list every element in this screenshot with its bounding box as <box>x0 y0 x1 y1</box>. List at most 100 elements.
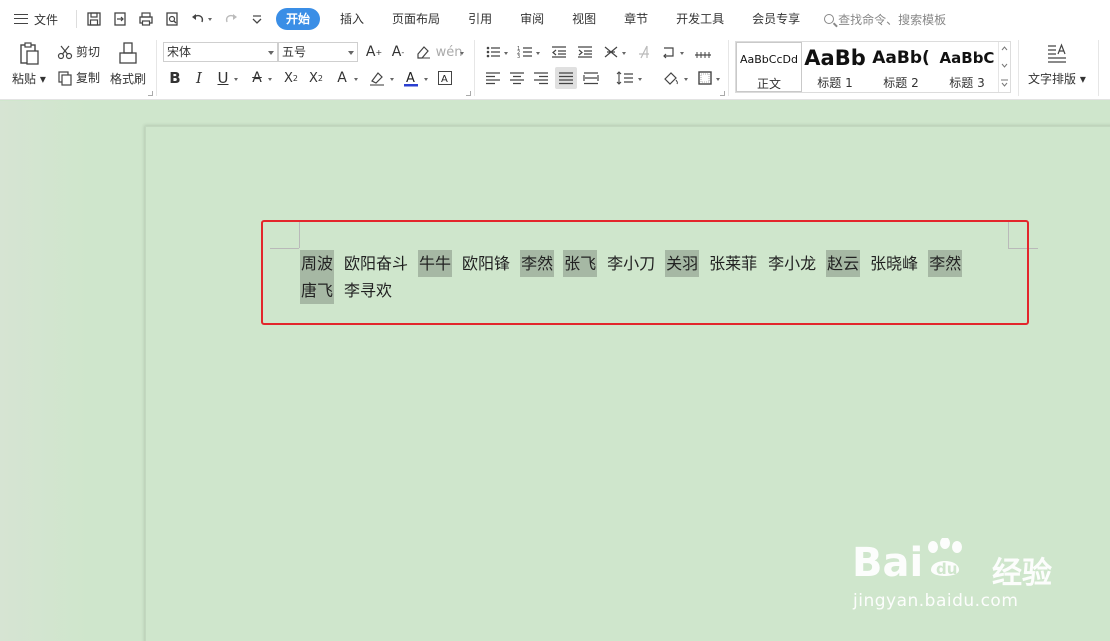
style-heading-3[interactable]: AaBbC 标题 3 <box>934 42 1000 92</box>
decrease-font-size-icon[interactable]: A- <box>387 41 409 63</box>
undo-dropdown-icon[interactable] <box>208 17 213 21</box>
increase-font-size-icon[interactable]: A + <box>363 41 385 63</box>
customize-toolbar-icon[interactable] <box>249 11 265 27</box>
chevron-down-icon[interactable] <box>234 78 238 81</box>
clear-format-icon[interactable] <box>412 41 434 63</box>
copy-label: 复制 <box>76 71 101 85</box>
chevron-down-icon[interactable] <box>622 52 626 55</box>
quick-access-toolbar <box>72 10 270 28</box>
tab-review[interactable]: 审阅 <box>506 8 558 30</box>
styles-gallery: AaBbCcDd 正文 AaBb 标题 1 AaBb( 标题 2 AaBbC 标… <box>735 41 1011 93</box>
save-icon[interactable] <box>86 11 102 27</box>
chevron-down-icon[interactable] <box>390 78 394 81</box>
divider <box>1098 40 1099 96</box>
chevron-down-icon[interactable] <box>460 52 464 55</box>
chevron-down-icon[interactable] <box>354 78 358 81</box>
print-preview-icon[interactable] <box>164 11 180 27</box>
highlight-color-icon[interactable] <box>366 67 388 89</box>
tab-home[interactable]: 开始 <box>276 8 321 30</box>
font-name-value: 宋体 <box>167 45 192 59</box>
tab-developer[interactable]: 开发工具 <box>662 8 738 30</box>
style-heading-2[interactable]: AaBb( 标题 2 <box>868 42 934 92</box>
underline-icon[interactable]: U <box>212 67 234 89</box>
align-right-icon[interactable] <box>530 67 552 89</box>
align-left-icon[interactable] <box>482 67 504 89</box>
text-effect-icon[interactable]: A <box>331 67 353 89</box>
justify-icon[interactable] <box>555 67 577 89</box>
superscript-icon[interactable]: X2 <box>280 67 302 89</box>
chinese-layout-icon[interactable] <box>600 41 622 63</box>
tab-chapter[interactable]: 章节 <box>610 8 662 30</box>
bold-icon[interactable]: B <box>164 67 186 89</box>
align-center-icon[interactable] <box>506 67 528 89</box>
character-border-icon[interactable]: A <box>434 67 456 89</box>
decrease-indent-icon[interactable] <box>548 41 570 63</box>
sort-icon[interactable] <box>658 41 680 63</box>
tab-member[interactable]: 会员专享 <box>738 8 814 30</box>
styles-gallery-scroll[interactable] <box>998 42 1010 92</box>
subscript-icon[interactable]: X2 <box>305 67 327 89</box>
format-painter-label: 格式刷 <box>110 72 147 86</box>
scissors-icon <box>57 45 73 59</box>
numbering-icon[interactable]: 123 <box>514 41 536 63</box>
chevron-down-icon[interactable] <box>680 52 684 55</box>
style-heading-1-preview: AaBb <box>804 46 866 70</box>
workspace-background <box>0 101 145 641</box>
shading-icon[interactable] <box>660 67 682 89</box>
chevron-down-icon[interactable] <box>638 78 642 81</box>
italic-icon[interactable]: I <box>188 67 210 89</box>
ribbon-home: 粘贴 ▾ 剪切 复制 格式刷 宋体 五号 A + A- wén B I U A X… <box>0 38 1110 100</box>
style-heading-3-preview: AaBbC <box>939 49 995 67</box>
chevron-down-icon[interactable] <box>424 78 428 81</box>
watermark-brand: Bai du <box>852 538 963 586</box>
divider <box>76 10 78 28</box>
chevron-down-icon[interactable] <box>716 78 720 81</box>
clipboard-group-launcher[interactable] <box>148 91 153 96</box>
borders-icon[interactable] <box>694 67 716 89</box>
style-heading-2-preview: AaBb( <box>872 48 930 68</box>
paragraph-group-launcher[interactable] <box>720 91 725 96</box>
font-name-combo[interactable]: 宋体 <box>163 42 278 62</box>
phonetic-guide-icon[interactable]: wén <box>436 41 463 63</box>
print-icon[interactable] <box>138 11 154 27</box>
search-placeholder: 查找命令、搜索模板 <box>838 12 947 27</box>
paste-button[interactable]: 粘贴 ▾ <box>12 42 46 87</box>
svg-text:A: A <box>441 74 448 85</box>
tab-view[interactable]: 视图 <box>558 8 610 30</box>
show-hide-marks-icon[interactable] <box>634 41 656 63</box>
increase-indent-icon[interactable] <box>574 41 596 63</box>
hamburger-icon <box>14 14 28 24</box>
file-menu[interactable]: 文件 <box>14 7 58 31</box>
export-pdf-icon[interactable] <box>112 11 128 27</box>
redo-icon[interactable] <box>223 11 239 27</box>
text-layout-button[interactable]: 文字排版 ▾ <box>1028 42 1086 87</box>
tab-page-layout[interactable]: 页面布局 <box>378 8 454 30</box>
cut-button[interactable]: 剪切 <box>57 43 100 60</box>
table-tabs-icon[interactable] <box>692 41 714 63</box>
style-heading-1[interactable]: AaBb 标题 1 <box>802 42 868 92</box>
distributed-align-icon[interactable] <box>580 67 602 89</box>
ribbon-tabs: 开始 插入 页面布局 引用 审阅 视图 章节 开发工具 会员专享 <box>276 8 814 30</box>
command-search[interactable]: 查找命令、搜索模板 <box>824 11 946 28</box>
chevron-down-icon[interactable] <box>268 78 272 81</box>
font-color-icon[interactable]: A <box>400 67 422 89</box>
svg-text:du: du <box>936 560 957 578</box>
watermark-url: jingyan.baidu.com <box>853 591 1019 611</box>
chevron-down-icon[interactable] <box>684 78 688 81</box>
bullets-icon[interactable] <box>482 41 504 63</box>
format-painter-button[interactable]: 格式刷 <box>110 42 146 87</box>
paste-label: 粘贴 ▾ <box>12 72 46 86</box>
tab-insert[interactable]: 插入 <box>326 8 378 30</box>
copy-button[interactable]: 复制 <box>57 69 100 86</box>
line-spacing-icon[interactable] <box>614 67 636 89</box>
strikethrough-icon[interactable]: A <box>246 67 268 89</box>
format-painter-icon <box>119 42 137 64</box>
tab-references[interactable]: 引用 <box>454 8 506 30</box>
chevron-down-icon[interactable] <box>504 52 508 55</box>
style-normal[interactable]: AaBbCcDd 正文 <box>736 42 802 92</box>
chevron-down-icon[interactable] <box>536 52 540 55</box>
font-group-launcher[interactable] <box>466 91 471 96</box>
font-size-combo[interactable]: 五号 <box>278 42 358 62</box>
divider <box>728 40 729 96</box>
undo-icon[interactable] <box>190 11 206 27</box>
